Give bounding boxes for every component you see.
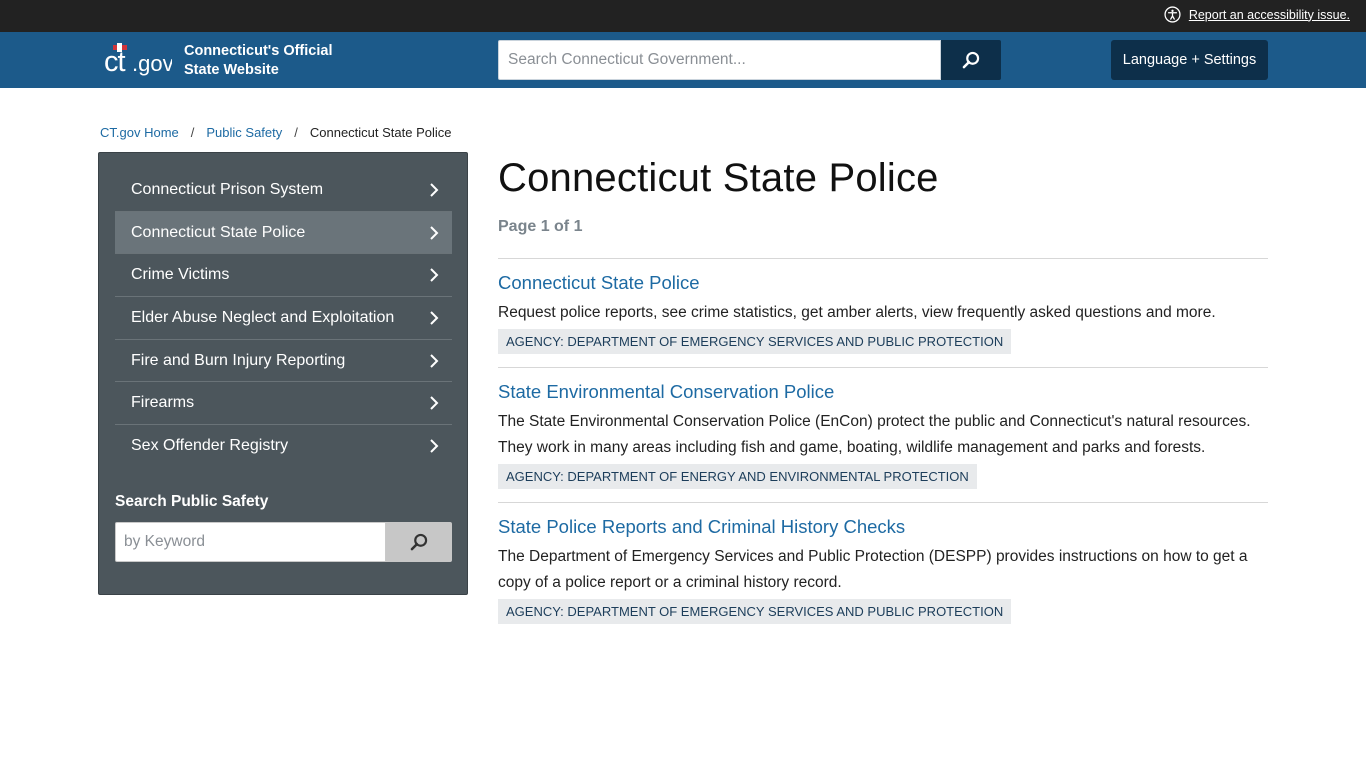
chevron-right-icon (430, 268, 439, 283)
ct-gov-logo[interactable]: ct .gov (104, 41, 172, 81)
chevron-right-icon (430, 311, 439, 325)
site-name-line2: State Website (184, 62, 279, 78)
sidebar-item-fire-burn-injury[interactable]: Fire and Burn Injury Reporting (115, 340, 452, 383)
sidebar-item-sex-offender-registry[interactable]: Sex Offender Registry (115, 425, 452, 468)
site-search-button[interactable] (941, 40, 1001, 80)
site-search-input[interactable] (498, 40, 941, 80)
chevron-right-icon (430, 354, 439, 368)
chevron-right-icon (430, 225, 439, 240)
breadcrumb-separator: / (294, 125, 298, 140)
result-item: State Environmental Conservation Police … (498, 367, 1268, 502)
sidebar-item-label: Crime Victims (131, 266, 230, 284)
sidebar-item-prison-system[interactable]: Connecticut Prison System (115, 169, 452, 212)
sidebar-item-label: Elder Abuse Neglect and Exploitation (131, 308, 395, 326)
site-name-line1: Connecticut's Official (184, 43, 333, 59)
result-item: Connecticut State Police Request police … (498, 258, 1268, 367)
breadcrumb: CT.gov Home / Public Safety / Connecticu… (100, 125, 452, 140)
sidebar-item-firearms[interactable]: Firearms (115, 382, 452, 426)
result-title-link[interactable]: State Police Reports and Criminal Histor… (498, 516, 1268, 538)
chevron-right-icon (430, 439, 439, 453)
breadcrumb-home-link[interactable]: CT.gov Home (100, 125, 179, 140)
breadcrumb-current: Connecticut State Police (309, 125, 452, 140)
agency-badge: AGENCY: DEPARTMENT OF ENERGY AND ENVIRON… (498, 464, 977, 489)
sidebar-search-button[interactable] (386, 522, 452, 562)
result-description: Request police reports, see crime statis… (498, 304, 1216, 321)
result-description: The State Environmental Conservation Pol… (498, 413, 1251, 456)
sidebar-item-crime-victims[interactable]: Crime Victims (115, 254, 452, 298)
sidebar: Connecticut Prison System Connecticut St… (98, 152, 468, 595)
svg-text:.gov: .gov (132, 51, 172, 76)
result-description: The Department of Emergency Services and… (498, 548, 1248, 591)
site-name: Connecticut's Official State Website (184, 42, 332, 80)
sidebar-item-state-police[interactable]: Connecticut State Police (115, 211, 452, 255)
search-icon (410, 533, 428, 551)
result-title-link[interactable]: State Environmental Conservation Police (498, 381, 1268, 403)
result-item: State Police Reports and Criminal Histor… (498, 502, 1268, 637)
sidebar-item-elder-abuse[interactable]: Elder Abuse Neglect and Exploitation (115, 297, 452, 340)
page-title: Connecticut State Police (498, 156, 939, 200)
search-icon (962, 51, 980, 69)
breadcrumb-separator: / (190, 125, 195, 140)
pagination-status: Page 1 of 1 (498, 218, 583, 235)
agency-badge: AGENCY: DEPARTMENT OF EMERGENCY SERVICES… (498, 329, 1012, 354)
site-header: ct .gov Connecticut's Official State Web… (0, 32, 1366, 88)
result-title-link[interactable]: Connecticut State Police (498, 272, 1268, 294)
chevron-right-icon (430, 396, 439, 411)
accessibility-icon (1164, 6, 1181, 23)
sidebar-search-title: Search Public Safety (115, 493, 269, 510)
results-list: Connecticut State Police Request police … (498, 258, 1268, 637)
sidebar-item-label: Connecticut State Police (131, 223, 306, 241)
sidebar-nav: Connecticut Prison System Connecticut St… (115, 169, 452, 468)
breadcrumb-public-safety-link[interactable]: Public Safety (206, 125, 282, 140)
sidebar-item-label: Fire and Burn Injury Reporting (131, 351, 346, 369)
sidebar-item-label: Connecticut Prison System (131, 180, 324, 198)
sidebar-item-label: Sex Offender Registry (131, 437, 289, 455)
accessibility-report-link[interactable]: Report an accessibility issue. (1189, 8, 1350, 22)
svg-text:ct: ct (104, 46, 126, 78)
sidebar-search-input[interactable] (115, 522, 386, 562)
agency-badge: AGENCY: DEPARTMENT OF EMERGENCY SERVICES… (498, 599, 1012, 624)
sidebar-item-label: Firearms (131, 394, 195, 412)
accessibility-link-group[interactable]: Report an accessibility issue. (1164, 6, 1350, 23)
utility-bar: Report an accessibility issue. (0, 0, 1366, 32)
chevron-right-icon (430, 183, 439, 197)
language-settings-button[interactable]: Language + Settings (1111, 40, 1268, 80)
